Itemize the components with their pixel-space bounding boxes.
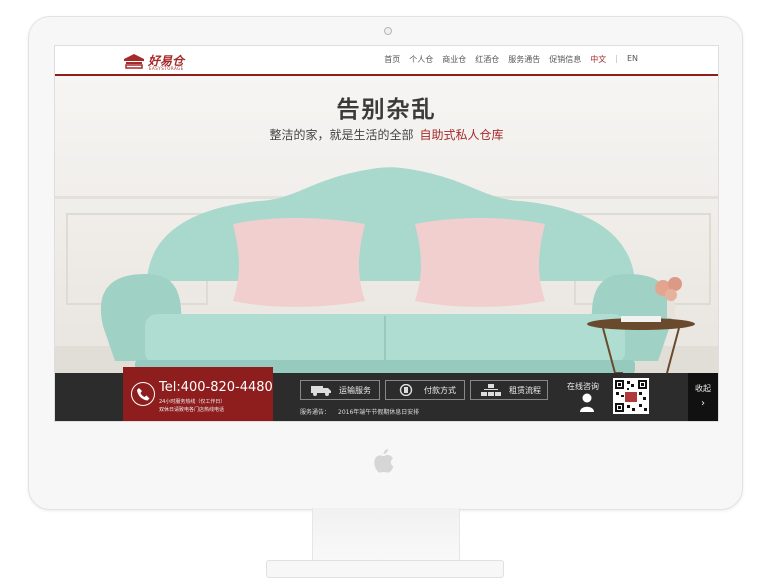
rental-process-button[interactable]: 租赁流程 [470,380,548,400]
nav-item-home[interactable]: 首页 [384,54,400,65]
service-notice-label: 服务通告： [300,409,331,416]
truck-icon [311,386,331,396]
brand-subtitle: EASYSTORAGE [149,66,184,71]
rental-process-label: 租赁流程 [509,385,541,395]
collapse-label: 收起 [695,384,711,393]
service-notice-text: 2016年端午节假期休息日安排 [338,409,420,416]
nav-item-business[interactable]: 商业仓 [442,54,466,65]
qr-code-icon [613,378,649,414]
flowchart-icon [481,384,501,396]
nav-item-promo[interactable]: 促销信息 [549,54,581,65]
monitor-stand-base [266,560,504,578]
lang-chinese[interactable]: 中文 [590,54,606,65]
transport-service-button[interactable]: 运输服务 [300,380,380,400]
hotline-number[interactable]: Tel:400-820-4480 [159,380,273,395]
nav-item-wine[interactable]: 红酒仓 [475,54,499,65]
nav-item-personal[interactable]: 个人仓 [409,54,433,65]
wallet-icon [399,384,413,396]
main-nav: 首页 个人仓 商业仓 红酒仓 服务通告 促销信息 中文 | EN [384,54,638,65]
apple-logo-icon [374,449,394,473]
lang-separator: | [615,54,618,63]
header-bar: 好易仓 EASYSTORAGE 首页 个人仓 商业仓 红酒仓 服务通告 促销信息… [55,46,718,76]
chevron-right-icon: › [701,398,705,409]
phone-icon [131,382,155,406]
hotline-box: Tel:400-820-4480 24小时服务热线（仅工作日） 双休日请致电各门… [123,367,273,421]
camera-icon [384,27,392,35]
bottom-service-bar: Tel:400-820-4480 24小时服务热线（仅工作日） 双休日请致电各门… [55,367,718,421]
monitor-stand [312,508,460,568]
collapse-button[interactable]: 收起 › [688,373,718,421]
hero-title: 告别杂乱 [336,97,437,123]
hero-subtitle-text: 整洁的家，就是生活的全部 [269,128,414,142]
lang-english[interactable]: EN [627,54,638,65]
hero-banner: 告别杂乱 整洁的家，就是生活的全部 自助式私人仓库 [55,76,718,373]
hero-highlight: 自助式私人仓库 [419,128,504,142]
website-screen: 好易仓 EASYSTORAGE 首页 个人仓 商业仓 红酒仓 服务通告 促销信息… [54,45,719,422]
service-notice[interactable]: 服务通告： 2016年端午节假期休息日安排 [300,407,419,416]
nav-item-notice[interactable]: 服务通告 [508,54,540,65]
hotline-weekend-note: 双休日请致电各门店热线电话 [159,407,225,413]
hotline-note: 24小时服务热线（仅工作日） [159,399,226,405]
payment-method-label: 付款方式 [424,385,456,395]
transport-service-label: 运输服务 [339,385,371,395]
online-consult-label[interactable]: 在线咨询 [567,381,599,392]
warehouse-logo-icon [124,54,144,69]
customer-service-icon[interactable] [580,392,594,412]
payment-method-button[interactable]: 付款方式 [385,380,465,400]
hero-subtitle: 整洁的家，就是生活的全部 自助式私人仓库 [55,126,718,143]
